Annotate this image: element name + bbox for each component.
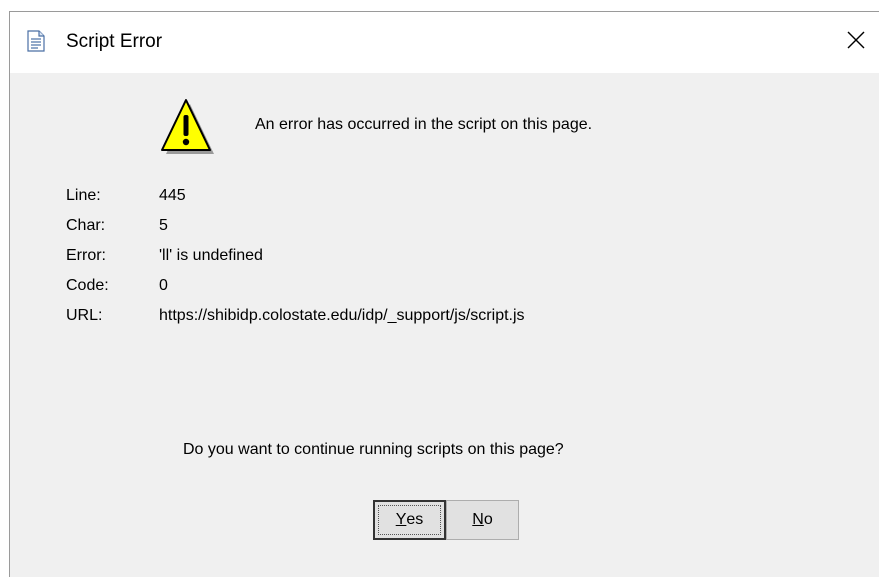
detail-label: Code: [66,277,109,294]
detail-label: Char: [66,217,106,234]
screen: Script Error An error has occurred in th… [0,0,879,577]
detail-value: 445 [159,187,186,204]
detail-value: 5 [159,217,168,234]
detail-label: Error: [66,247,106,264]
document-icon [27,30,45,52]
no-label-rest: o [483,511,493,528]
continue-question: Do you want to continue running scripts … [183,441,564,458]
detail-label: URL: [66,307,103,324]
yes-button[interactable]: Yes [373,500,446,540]
detail-value: 'll' is undefined [159,247,263,264]
detail-value: https://shibidp.colostate.edu/idp/_suppo… [159,307,525,324]
warning-icon [160,98,216,158]
error-message: An error has occurred in the script on t… [255,116,593,133]
script-error-dialog: Script Error An error has occurred in th… [9,11,879,577]
title-bar: Script Error [10,12,879,73]
yes-label-rest: es [406,511,424,528]
yes-accelerator: Y [395,511,407,528]
detail-value: 0 [159,277,168,294]
background-window-edge [0,0,879,11]
no-accelerator: N [472,511,484,528]
close-button[interactable] [833,12,879,73]
close-icon [847,31,865,54]
detail-label: Line: [66,187,101,204]
dialog-title: Script Error [66,31,163,52]
no-button[interactable]: No [446,500,519,540]
